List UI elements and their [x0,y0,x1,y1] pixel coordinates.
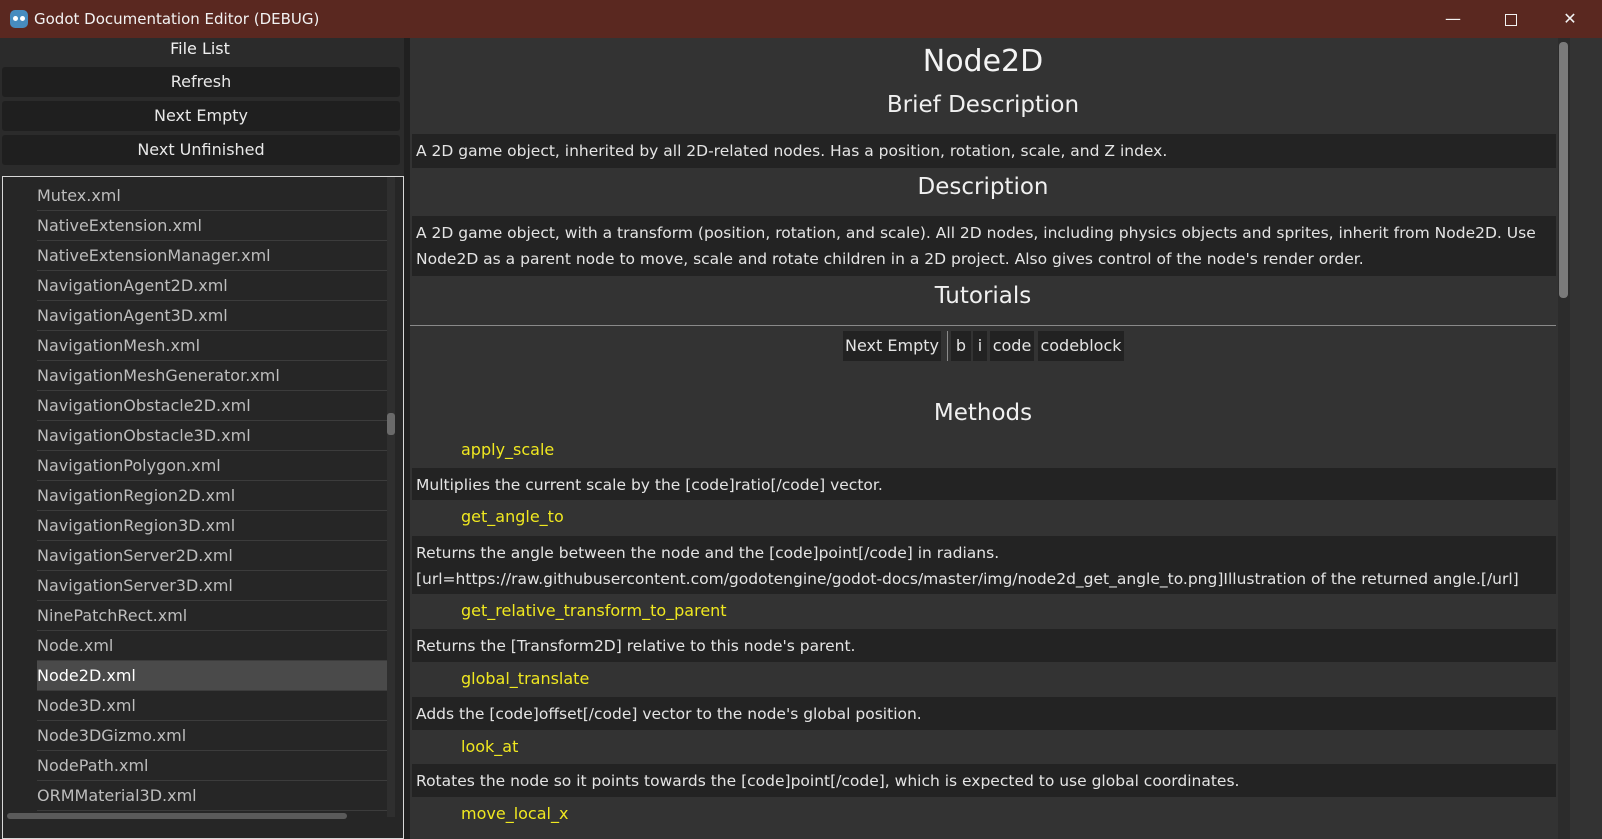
file-list-item[interactable]: Node3DGizmo.xml [37,721,390,751]
method-description-field[interactable]: Adds the [code]offset[/code] vector to t… [412,697,1556,730]
file-list-scrollbar-thumb[interactable] [387,413,395,435]
next-empty-button[interactable]: Next Empty [2,101,400,131]
file-list-header: File List [170,39,230,58]
toolbar-separator [947,331,948,361]
file-list-scrollbar-track[interactable] [387,177,395,817]
bold-button[interactable]: b [951,331,971,361]
method-name: look_at [461,737,519,756]
file-list-item[interactable]: NavigationAgent2D.xml [37,271,390,301]
code-button[interactable]: code [990,331,1034,361]
description-heading: Description [917,174,1049,200]
method-description-line: [url=https://raw.githubusercontent.com/g… [416,570,1519,588]
brief-description-heading: Brief Description [886,92,1080,118]
method-name: apply_scale [461,440,555,459]
file-list-item[interactable]: NavigationServer3D.xml [37,571,390,601]
method-description-line: Returns the angle between the node and t… [416,544,1000,562]
file-list-item[interactable]: NodePath.xml [37,751,390,781]
file-list-item[interactable]: NavigationAgent3D.xml [37,301,390,331]
methods-heading: Methods [933,400,1033,426]
file-list-item[interactable]: NavigationRegion3D.xml [37,511,390,541]
codeblock-button[interactable]: codeblock [1038,331,1124,361]
minimize-button[interactable]: — [1424,0,1482,38]
file-list-item-selected[interactable]: Node2D.xml [37,661,390,691]
window-title: Godot Documentation Editor (DEBUG) [34,10,320,28]
maximize-icon [1505,13,1517,26]
method-description-field[interactable]: Multiplies the current scale by the [cod… [412,468,1556,500]
tutorials-heading: Tutorials [934,283,1032,309]
description-line: A 2D game object, with a transform (posi… [416,224,1536,242]
file-list-item[interactable]: NativeExtension.xml [37,211,390,241]
file-list-item[interactable]: NavigationMesh.xml [37,331,390,361]
refresh-button[interactable]: Refresh [2,67,400,97]
description-line: Node2D as a parent node to move, scale a… [416,250,1364,268]
maximize-button[interactable] [1482,0,1540,38]
method-description-field[interactable]: Returns the angle between the node and t… [412,536,1556,594]
file-list-panel: File List Refresh Next Empty Next Unfini… [0,38,404,839]
file-list-item[interactable]: NavigationRegion2D.xml [37,481,390,511]
method-description-field[interactable]: Rotates the node so it points towards th… [412,764,1556,797]
file-list-item[interactable]: ORMMaterial3D.xml [37,781,390,811]
file-list[interactable]: Mutex.xml NativeExtension.xml NativeExte… [2,176,404,839]
file-list-item[interactable]: Mutex.xml [37,181,390,211]
class-title: Node2D [922,44,1044,79]
italic-button[interactable]: i [973,331,987,361]
file-list-item[interactable]: NativeExtensionManager.xml [37,241,390,271]
description-field[interactable]: A 2D game object, with a transform (posi… [412,216,1556,276]
method-name: get_relative_transform_to_parent [461,601,727,620]
tutorials-divider [410,325,1556,326]
file-list-item[interactable]: NavigationObstacle2D.xml [37,391,390,421]
next-unfinished-button[interactable]: Next Unfinished [2,135,400,165]
godot-icon [10,10,28,28]
file-list-item[interactable]: Node.xml [37,631,390,661]
close-button[interactable]: ✕ [1541,0,1599,38]
file-list-item[interactable]: NavigationObstacle3D.xml [37,421,390,451]
method-name: move_local_x [461,804,569,823]
doc-scrollbar-thumb[interactable] [1559,42,1568,298]
doc-editor-panel: Node2D Brief Description A 2D game objec… [410,38,1602,839]
file-list-item[interactable]: NinePatchRect.xml [37,601,390,631]
brief-description-field[interactable]: A 2D game object, inherited by all 2D-re… [412,134,1556,168]
file-list-horizontal-scrollbar[interactable] [7,813,347,819]
method-name: global_translate [461,669,590,688]
next-empty-toolbar-button[interactable]: Next Empty [843,331,941,361]
file-list-item[interactable]: NavigationMeshGenerator.xml [37,361,390,391]
file-list-item[interactable]: NavigationPolygon.xml [37,451,390,481]
title-bar: Godot Documentation Editor (DEBUG) — ✕ [0,0,1602,38]
file-list-item[interactable]: Node3D.xml [37,691,390,721]
file-list-item[interactable]: NavigationServer2D.xml [37,541,390,571]
method-description-field[interactable]: Returns the [Transform2D] relative to th… [412,629,1556,662]
method-name: get_angle_to [461,507,564,526]
